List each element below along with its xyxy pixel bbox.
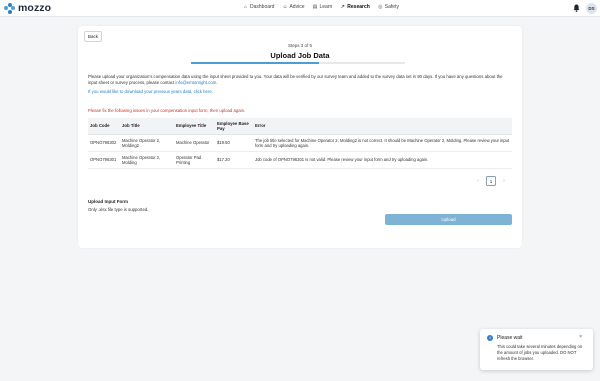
- error-notice: Please fix the following issues in your …: [88, 108, 246, 113]
- table-row: OPNO796301 Machine Operator 2, Molding O…: [88, 152, 512, 169]
- cell-base-pay: $19.50: [217, 140, 230, 146]
- main-nav: ⌂ Dashboard ☺ Advice ▤ Learn ↗ Research …: [243, 4, 399, 10]
- chart-icon: ↗: [340, 3, 345, 10]
- back-button[interactable]: Back: [84, 31, 102, 42]
- nav-label: Advice: [289, 4, 305, 10]
- cell-error: The job title selected for Machine Opera…: [255, 137, 510, 149]
- toast-message: This could take several minutes dependin…: [497, 344, 583, 361]
- cell-job-title: Machine Operator 2, Molding: [122, 154, 161, 166]
- cell-error: Job code of OPNO796301 is not valid. Ple…: [255, 157, 429, 163]
- book-icon: ▤: [312, 3, 318, 10]
- intro-text: Please upload your organization's compen…: [88, 74, 513, 86]
- cell-base-pay: $17.20: [217, 157, 230, 163]
- contact-email-link[interactable]: info@emtonright.com: [175, 80, 216, 85]
- nav-item-advice[interactable]: ☺ Advice: [282, 4, 304, 10]
- nav-item-research[interactable]: ↗ Research: [340, 4, 370, 10]
- page-title: Upload Job Data: [270, 51, 330, 60]
- cell-employee-title: Operator Pad Printing: [176, 154, 202, 166]
- page-button-current[interactable]: 1: [486, 176, 496, 186]
- next-page-icon[interactable]: ›: [500, 178, 508, 184]
- brand-logo[interactable]: mozzo: [4, 2, 51, 14]
- cell-job-code: OPNO796302: [90, 140, 117, 146]
- user-avatar[interactable]: DS: [586, 3, 597, 14]
- prev-page-icon[interactable]: ‹: [474, 178, 482, 184]
- nav-item-dashboard[interactable]: ⌂ Dashboard: [243, 4, 274, 10]
- step-progress-fill: [191, 62, 320, 64]
- nav-label: Safety: [384, 4, 399, 10]
- people-icon: ☺: [282, 3, 288, 10]
- upload-hint: Only .xlsx file type is supported.: [88, 207, 149, 212]
- step-progress-bar: [191, 62, 405, 64]
- cell-job-title: Machine Operator 2, Molding2: [122, 137, 161, 149]
- home-icon: ⌂: [243, 3, 248, 10]
- nav-label: Learn: [319, 4, 333, 10]
- download-prefix: If you would like to download your previ…: [88, 89, 194, 94]
- brand-name: mozzo: [18, 2, 52, 14]
- col-error: Error: [255, 123, 266, 129]
- top-navigation-bar: mozzo ⌂ Dashboard ☺ Advice ▤ Learn ↗ Res…: [0, 0, 600, 17]
- nav-label: Research: [347, 4, 370, 10]
- col-job-title: Job Title: [122, 123, 140, 129]
- nav-label: Dashboard: [250, 4, 275, 10]
- col-job-code: Job Code: [90, 123, 110, 129]
- close-icon[interactable]: ×: [579, 334, 582, 340]
- cell-job-code: OPNO796301: [90, 157, 117, 163]
- cell-employee-title: Machine Operator: [176, 140, 210, 146]
- download-suffix: .: [211, 89, 213, 94]
- pagination: ‹ 1 ›: [474, 176, 508, 186]
- nav-item-safety[interactable]: ◎ Safety: [378, 4, 399, 10]
- logo-mark-icon: [4, 2, 15, 14]
- table-header: Job Code Job Title Employee Title Employ…: [88, 118, 512, 135]
- nav-item-learn[interactable]: ▤ Learn: [312, 3, 333, 10]
- upload-card: Back Steps 3 of 5 Upload Job Data Please…: [78, 26, 522, 248]
- intro-body: Please upload your organization's compen…: [88, 74, 503, 85]
- step-indicator: Steps 3 of 5: [287, 43, 313, 48]
- download-link[interactable]: click here: [194, 89, 212, 94]
- download-previous-data: If you would like to download your previ…: [88, 89, 213, 94]
- table-row: OPNO796302 Machine Operator 2, Molding2 …: [88, 135, 512, 152]
- errors-table: Job Code Job Title Employee Title Employ…: [88, 118, 512, 169]
- shield-icon: ◎: [378, 3, 383, 10]
- col-base-pay: Employee Base Pay: [217, 120, 249, 132]
- please-wait-toast: i Please wait × This could take several …: [480, 329, 593, 370]
- col-employee-title: Employee Title: [176, 123, 207, 129]
- bell-icon[interactable]: [573, 4, 580, 12]
- info-icon: i: [487, 335, 493, 341]
- upload-label: Upload Input Form: [88, 199, 128, 204]
- toast-title: Please wait: [497, 335, 523, 341]
- upload-button[interactable]: Upload: [385, 214, 512, 225]
- intro-end: .: [216, 80, 218, 85]
